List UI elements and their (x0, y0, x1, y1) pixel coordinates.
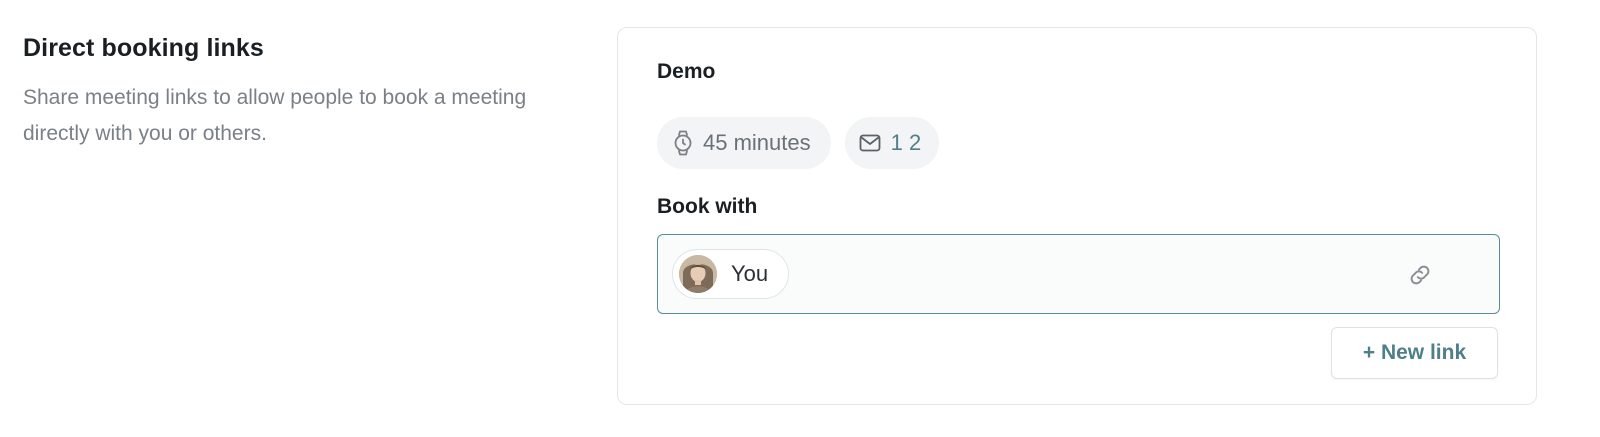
mail-icon (859, 134, 881, 152)
new-link-button[interactable]: + New link (1331, 327, 1498, 379)
booking-link-name: Demo (657, 60, 716, 83)
invitees-count-chip: 1 2 (844, 117, 940, 169)
duration-chip: 45 minutes (657, 117, 831, 169)
section-title: Direct booking links (23, 34, 264, 62)
avatar (679, 255, 717, 293)
stopwatch-icon (673, 130, 693, 156)
section-intro: Direct booking links Share meeting links… (23, 30, 583, 152)
settings-page: Direct booking links Share meeting links… (0, 0, 1600, 437)
section-description: Share meeting links to allow people to b… (23, 86, 527, 145)
book-with-field[interactable]: You (657, 234, 1500, 314)
invitees-count-label: 1 2 (890, 130, 922, 155)
member-pill[interactable]: You (672, 249, 790, 299)
member-name: You (731, 261, 769, 286)
booking-link-card: Demo 45 minutes 1 2 Book with You + New … (617, 27, 1537, 405)
book-with-label: Book with (657, 195, 758, 218)
duration-label: 45 minutes (703, 130, 811, 155)
link-icon[interactable] (1407, 262, 1433, 288)
booking-link-meta: 45 minutes 1 2 (657, 117, 940, 169)
